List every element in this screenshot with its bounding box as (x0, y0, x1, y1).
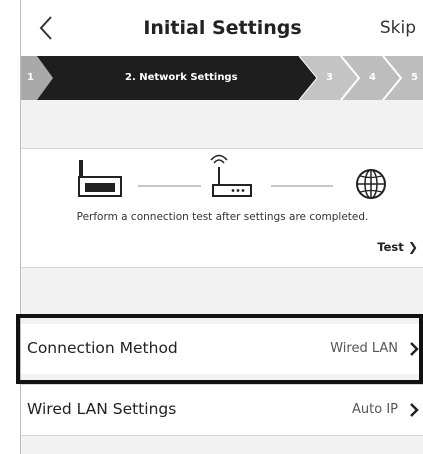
printer-icon (78, 160, 122, 197)
page-title: Initial Settings (143, 17, 302, 39)
header-bar: Initial Settings Skip (21, 0, 423, 56)
test-label: Test (377, 240, 404, 254)
router-icon (210, 154, 252, 197)
chevron-right-icon (410, 342, 419, 356)
connection-diagram: Perform a connection test after settings… (21, 148, 423, 268)
step-4-label: 4 (369, 72, 376, 83)
diagram-graphic (78, 154, 386, 199)
step-5-label: 5 (411, 72, 418, 83)
app-screen: Initial Settings Skip 1 2. Network Setti… (20, 0, 423, 454)
skip-button[interactable]: Skip (380, 18, 416, 38)
test-button[interactable]: Test ❯ (377, 240, 418, 254)
connection-test-message: Perform a connection test after settings… (76, 211, 369, 223)
step-progress-bar: 1 2. Network Settings 3 4 5 (21, 55, 423, 101)
connection-method-row[interactable]: Connection Method Wired LAN (21, 324, 423, 374)
step-3-label: 3 (326, 72, 333, 83)
chevron-right-icon (410, 403, 419, 417)
connection-method-value: Wired LAN (330, 341, 398, 356)
globe-icon (356, 169, 386, 199)
connection-method-label: Connection Method (27, 339, 178, 357)
wired-lan-settings-row[interactable]: Wired LAN Settings Auto IP (21, 385, 423, 435)
wired-lan-settings-value: Auto IP (352, 402, 398, 417)
row-divider (21, 435, 423, 436)
step-2-label: 2. Network Settings (125, 72, 238, 83)
step-1-label: 1 (27, 72, 34, 83)
wired-lan-settings-label: Wired LAN Settings (27, 400, 177, 418)
chevron-right-icon: ❯ (403, 240, 418, 254)
